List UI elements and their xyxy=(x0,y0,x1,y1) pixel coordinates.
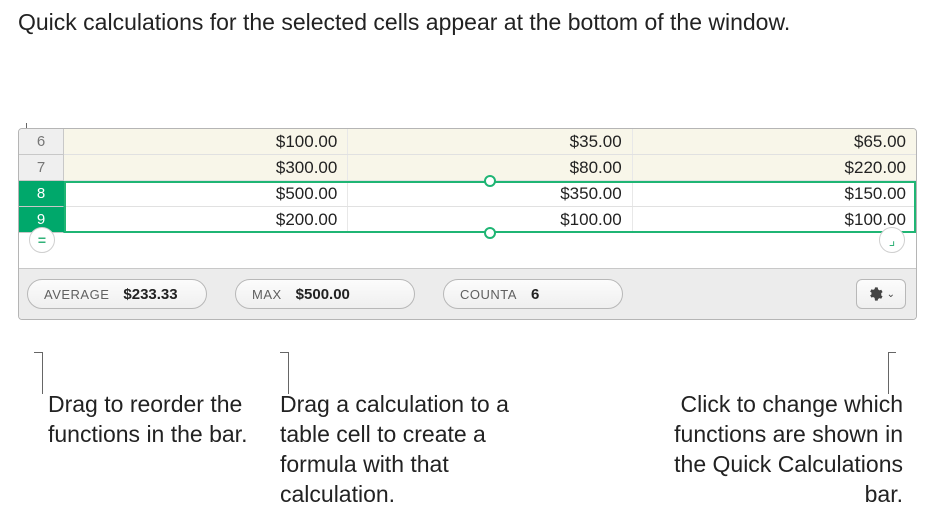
callout-reorder: Drag to reorder the functions in the bar… xyxy=(48,390,248,450)
spreadsheet-window: 6$100.00$35.00$65.007$300.00$80.00$220.0… xyxy=(18,128,917,320)
quick-calc-value: $500.00 xyxy=(296,286,350,303)
table-cell[interactable]: $150.00 xyxy=(633,181,916,206)
add-col-icon: ⌟ xyxy=(889,232,896,249)
table-cell[interactable]: $100.00 xyxy=(633,207,916,232)
callout-gear: Click to change which functions are show… xyxy=(643,390,903,510)
table-cell[interactable]: $200.00 xyxy=(64,207,348,232)
table-cell[interactable]: $35.00 xyxy=(348,129,632,154)
row-header[interactable]: 8 xyxy=(19,181,64,207)
quick-calc-fn-label: COUNTA xyxy=(460,287,517,302)
callout-drag-formula: Drag a calculation to a table cell to cr… xyxy=(280,390,530,510)
quick-calc-pill[interactable]: AVERAGE $233.33 xyxy=(27,279,207,309)
add-row-icon: = xyxy=(38,232,46,248)
quick-calc-pill[interactable]: MAX $500.00 xyxy=(235,279,415,309)
gear-icon xyxy=(867,286,883,302)
table-cell[interactable]: $500.00 xyxy=(64,181,348,206)
table-grid: 6$100.00$35.00$65.007$300.00$80.00$220.0… xyxy=(19,129,916,233)
table-cell[interactable]: $65.00 xyxy=(633,129,916,154)
row-header[interactable]: 6 xyxy=(19,129,64,155)
callout-leader xyxy=(288,352,289,394)
table-row: 6$100.00$35.00$65.00 xyxy=(19,129,916,155)
table-cell[interactable]: $220.00 xyxy=(633,155,916,180)
quick-calc-pill[interactable]: COUNTA 6 xyxy=(443,279,623,309)
callout-leader xyxy=(42,352,43,394)
quick-calc-fn-label: MAX xyxy=(252,287,282,302)
quick-calc-bar: AVERAGE $233.33 MAX $500.00 COUNTA 6 ⌄ xyxy=(19,268,916,319)
callout-quick-calc-top: Quick calculations for the selected cell… xyxy=(18,8,790,38)
row-header[interactable]: 7 xyxy=(19,155,64,181)
chevron-down-icon: ⌄ xyxy=(887,289,895,300)
add-row-button[interactable]: = xyxy=(29,227,55,253)
quick-calc-value: $233.33 xyxy=(123,286,177,303)
table-cell[interactable]: $300.00 xyxy=(64,155,348,180)
table-row: 9$200.00$100.00$100.00 xyxy=(19,207,916,233)
add-col-button[interactable]: ⌟ xyxy=(879,227,905,253)
quick-calc-value: 6 xyxy=(531,286,539,303)
callout-leader xyxy=(888,352,889,394)
table-row: 8$500.00$350.00$150.00 xyxy=(19,181,916,207)
selection-handle-top[interactable] xyxy=(484,175,496,187)
quick-calc-settings-button[interactable]: ⌄ xyxy=(856,279,906,309)
table-cell[interactable]: $100.00 xyxy=(64,129,348,154)
quick-calc-fn-label: AVERAGE xyxy=(44,287,109,302)
selection-handle-bottom[interactable] xyxy=(484,227,496,239)
table-row: 7$300.00$80.00$220.00 xyxy=(19,155,916,181)
